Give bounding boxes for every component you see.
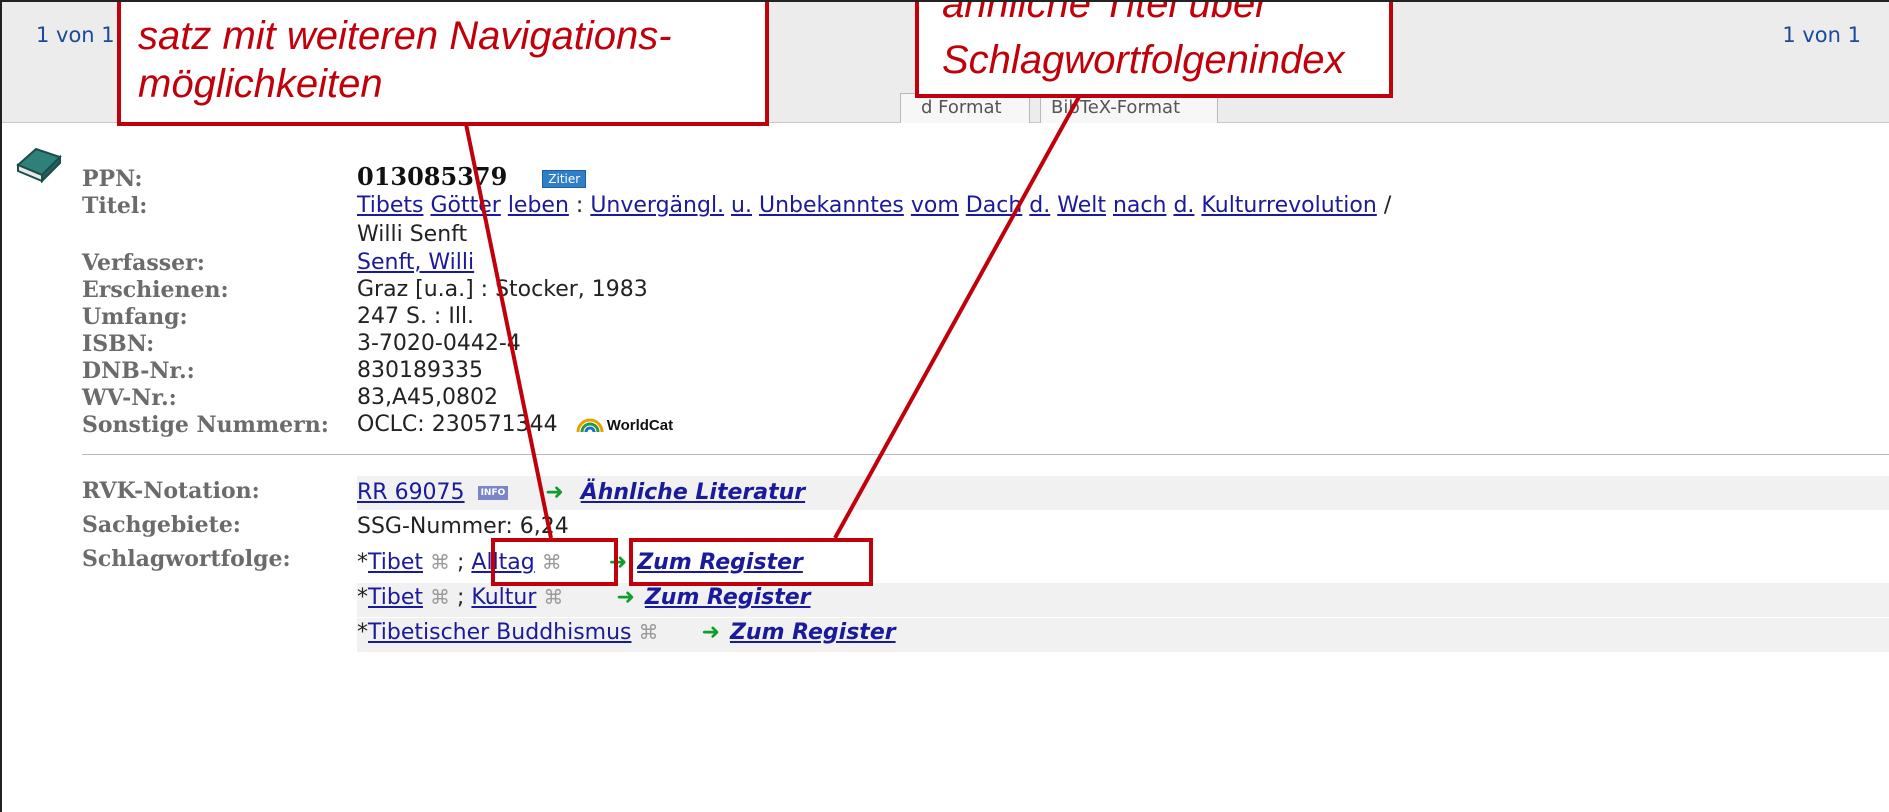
page-frame (0, 0, 1889, 812)
catalog-page: 1 von 1 1 von 1 085379 d Format BibTeX-F… (0, 0, 1889, 812)
